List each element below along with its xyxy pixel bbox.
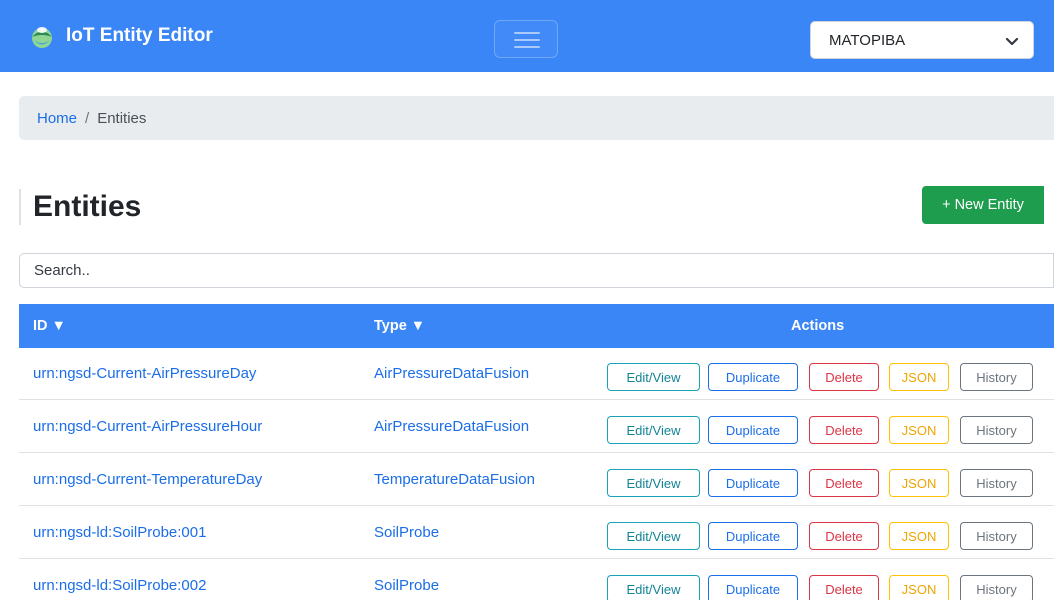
duplicate-button[interactable]: Duplicate [708, 416, 798, 444]
entity-type-link[interactable]: AirPressureDataFusion [374, 418, 529, 435]
breadcrumb-separator: / [85, 109, 90, 127]
table-row: urn:ngsd-Current-AirPressureDay AirPress… [19, 349, 1054, 400]
edit-view-button[interactable]: Edit/View [607, 363, 700, 391]
history-button[interactable]: History [960, 469, 1033, 497]
delete-button[interactable]: Delete [809, 522, 879, 550]
breadcrumb-home-link[interactable]: Home [37, 110, 77, 127]
type-column-header[interactable]: Type ▼ [374, 318, 425, 334]
id-column-header[interactable]: ID ▼ [33, 318, 66, 334]
entity-id-link[interactable]: urn:ngsd-Current-AirPressureHour [33, 418, 262, 435]
new-entity-button[interactable]: + New Entity [922, 186, 1044, 224]
table-row: urn:ngsd-ld:SoilProbe:001 SoilProbe Edit… [19, 508, 1054, 559]
breadcrumb-current: Entities [97, 109, 147, 127]
history-button[interactable]: History [960, 416, 1033, 444]
duplicate-button[interactable]: Duplicate [708, 575, 798, 600]
edit-view-button[interactable]: Edit/View [607, 575, 700, 600]
table-row: urn:ngsd-Current-TemperatureDay Temperat… [19, 455, 1054, 506]
chevron-down-icon [1005, 37, 1019, 46]
entity-id-link[interactable]: urn:ngsd-Current-TemperatureDay [33, 471, 262, 488]
top-navbar: IoT Entity Editor MATOPIBA [0, 0, 1054, 72]
entity-id-link[interactable]: urn:ngsd-ld:SoilProbe:002 [33, 577, 206, 594]
table-row: urn:ngsd-Current-AirPressureHour AirPres… [19, 402, 1054, 453]
page-title: Entities [33, 190, 142, 223]
history-button[interactable]: History [960, 522, 1033, 550]
duplicate-button[interactable]: Duplicate [708, 522, 798, 550]
table-header: ID ▼ Type ▼ Actions [19, 304, 1054, 348]
brand-title: IoT Entity Editor [66, 25, 213, 46]
history-button[interactable]: History [960, 363, 1033, 391]
delete-button[interactable]: Delete [809, 416, 879, 444]
json-button[interactable]: JSON [889, 363, 949, 391]
duplicate-button[interactable]: Duplicate [708, 469, 798, 497]
leaf-drop-logo-icon [32, 27, 52, 48]
project-select-value: MATOPIBA [829, 31, 906, 49]
project-select[interactable]: MATOPIBA [810, 21, 1034, 59]
json-button[interactable]: JSON [889, 575, 949, 600]
actions-column-header: Actions [791, 318, 845, 334]
edit-view-button[interactable]: Edit/View [607, 416, 700, 444]
edit-view-button[interactable]: Edit/View [607, 469, 700, 497]
entity-id-link[interactable]: urn:ngsd-ld:SoilProbe:001 [33, 524, 206, 541]
delete-button[interactable]: Delete [809, 575, 879, 600]
breadcrumb: Home / Entities [19, 96, 1054, 140]
entity-type-link[interactable]: SoilProbe [374, 524, 439, 541]
entity-type-link[interactable]: AirPressureDataFusion [374, 365, 529, 382]
delete-button[interactable]: Delete [809, 363, 879, 391]
entity-id-link[interactable]: urn:ngsd-Current-AirPressureDay [33, 365, 256, 382]
title-divider [19, 189, 21, 225]
duplicate-button[interactable]: Duplicate [708, 363, 798, 391]
json-button[interactable]: JSON [889, 469, 949, 497]
brand-link[interactable]: IoT Entity Editor [28, 20, 213, 52]
entity-type-link[interactable]: TemperatureDataFusion [374, 471, 535, 488]
delete-button[interactable]: Delete [809, 469, 879, 497]
json-button[interactable]: JSON [889, 416, 949, 444]
search-input[interactable] [19, 253, 1054, 288]
table-row: urn:ngsd-ld:SoilProbe:002 SoilProbe Edit… [19, 561, 1054, 600]
history-button[interactable]: History [960, 575, 1033, 600]
json-button[interactable]: JSON [889, 522, 949, 550]
menu-toggle-button[interactable] [494, 20, 558, 58]
edit-view-button[interactable]: Edit/View [607, 522, 700, 550]
entity-type-link[interactable]: SoilProbe [374, 577, 439, 594]
